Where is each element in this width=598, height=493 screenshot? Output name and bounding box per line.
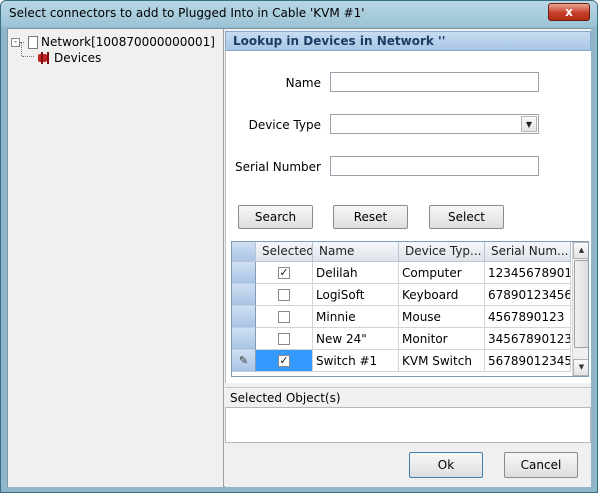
selected-checkbox[interactable] <box>278 289 290 301</box>
name-label: Name <box>285 76 321 90</box>
close-button[interactable]: x <box>548 3 590 21</box>
cell-device-type: Computer <box>399 262 485 284</box>
dialog-window: Select connectors to add to Plugged Into… <box>0 0 598 493</box>
collapse-icon[interactable]: - <box>11 37 20 47</box>
table-row[interactable]: New 24" Monitor 34567890123... <box>232 328 571 350</box>
grid-scrollbar[interactable]: ▲ ▼ <box>572 242 588 376</box>
table-row[interactable]: ✎ ✓ Switch #1 KVM Switch 56789012345... <box>232 350 571 372</box>
cell-name: Minnie <box>313 306 399 328</box>
row-selector[interactable] <box>232 306 256 328</box>
column-header-name[interactable]: Name <box>313 242 399 262</box>
scroll-up-icon[interactable]: ▲ <box>573 242 588 259</box>
name-input[interactable] <box>330 72 539 92</box>
column-header-device-type[interactable]: Device Typ... <box>399 242 485 262</box>
document-icon <box>28 35 38 49</box>
tree-node-devices[interactable]: Devices <box>34 51 101 65</box>
selected-objects-header: Selected Object(s) <box>225 387 591 407</box>
lookup-panel: Lookup in Devices in Network '' Name Dev… <box>225 29 591 487</box>
tree-node-network-label: Network[100870000000001] <box>41 35 215 49</box>
cell-name: Switch #1 <box>313 350 399 372</box>
window-title: Select connectors to add to Plugged Into… <box>9 6 365 20</box>
cell-device-type: KVM Switch <box>399 350 485 372</box>
selected-checkbox[interactable] <box>278 311 290 323</box>
cell-name: New 24" <box>313 328 399 350</box>
device-type-label: Device Type <box>248 118 321 132</box>
cell-device-type: Mouse <box>399 306 485 328</box>
tree-node-network[interactable]: - Network[100870000000001] <box>11 35 215 49</box>
cell-serial-number: 56789012345... <box>485 350 571 372</box>
reset-button[interactable]: Reset <box>333 205 408 229</box>
serial-number-label: Serial Number <box>235 160 321 174</box>
cell-serial-number: 4567890123 <box>485 306 571 328</box>
select-button[interactable]: Select <box>429 205 504 229</box>
row-selector[interactable] <box>232 328 256 350</box>
cell-name: LogiSoft <box>313 284 399 306</box>
grid-header: Selected Name Device Typ... Serial Num..… <box>232 242 571 262</box>
cell-name: Delilah <box>313 262 399 284</box>
device-type-select[interactable]: ▼ <box>330 114 539 134</box>
selected-checkbox[interactable]: ✓ <box>278 355 290 367</box>
tree-panel: - Network[100870000000001] Devices <box>8 29 224 487</box>
column-header-selected[interactable]: Selected <box>256 242 313 262</box>
cell-serial-number: 67890123456 <box>485 284 571 306</box>
cancel-button[interactable]: Cancel <box>504 452 578 478</box>
device-icon <box>36 52 50 64</box>
table-row[interactable]: LogiSoft Keyboard 67890123456 <box>232 284 571 306</box>
cell-device-type: Keyboard <box>399 284 485 306</box>
search-button[interactable]: Search <box>238 205 313 229</box>
ok-button[interactable]: Ok <box>409 452 483 478</box>
dialog-client: - Network[100870000000001] Devices Looku… <box>7 28 591 487</box>
tree-connector <box>21 42 22 56</box>
column-header-serial-number[interactable]: Serial Num... <box>485 242 571 262</box>
serial-number-input[interactable] <box>330 156 539 176</box>
table-row[interactable]: ✓ Delilah Computer 12345678901... <box>232 262 571 284</box>
edit-pencil-icon[interactable]: ✎ <box>232 350 256 372</box>
tree-connector <box>22 56 34 57</box>
row-selector-header[interactable] <box>232 242 256 262</box>
selected-checkbox[interactable] <box>278 333 290 345</box>
tree-node-devices-label: Devices <box>54 51 102 65</box>
row-selector[interactable] <box>232 262 256 284</box>
scroll-thumb[interactable] <box>574 260 588 348</box>
row-selector[interactable] <box>232 284 256 306</box>
scroll-down-icon[interactable]: ▼ <box>573 359 588 376</box>
table-row[interactable]: Minnie Mouse 4567890123 <box>232 306 571 328</box>
dialog-footer: Ok Cancel <box>225 443 591 487</box>
title-bar[interactable]: Select connectors to add to Plugged Into… <box>1 1 597 27</box>
selected-checkbox[interactable]: ✓ <box>278 267 290 279</box>
results-grid[interactable]: Selected Name Device Typ... Serial Num..… <box>231 241 589 377</box>
chevron-down-icon[interactable]: ▼ <box>521 116 537 132</box>
cell-serial-number: 12345678901... <box>485 262 571 284</box>
selected-objects-box[interactable] <box>225 407 591 443</box>
cell-serial-number: 34567890123... <box>485 328 571 350</box>
cell-device-type: Monitor <box>399 328 485 350</box>
lookup-header: Lookup in Devices in Network '' <box>225 31 591 51</box>
